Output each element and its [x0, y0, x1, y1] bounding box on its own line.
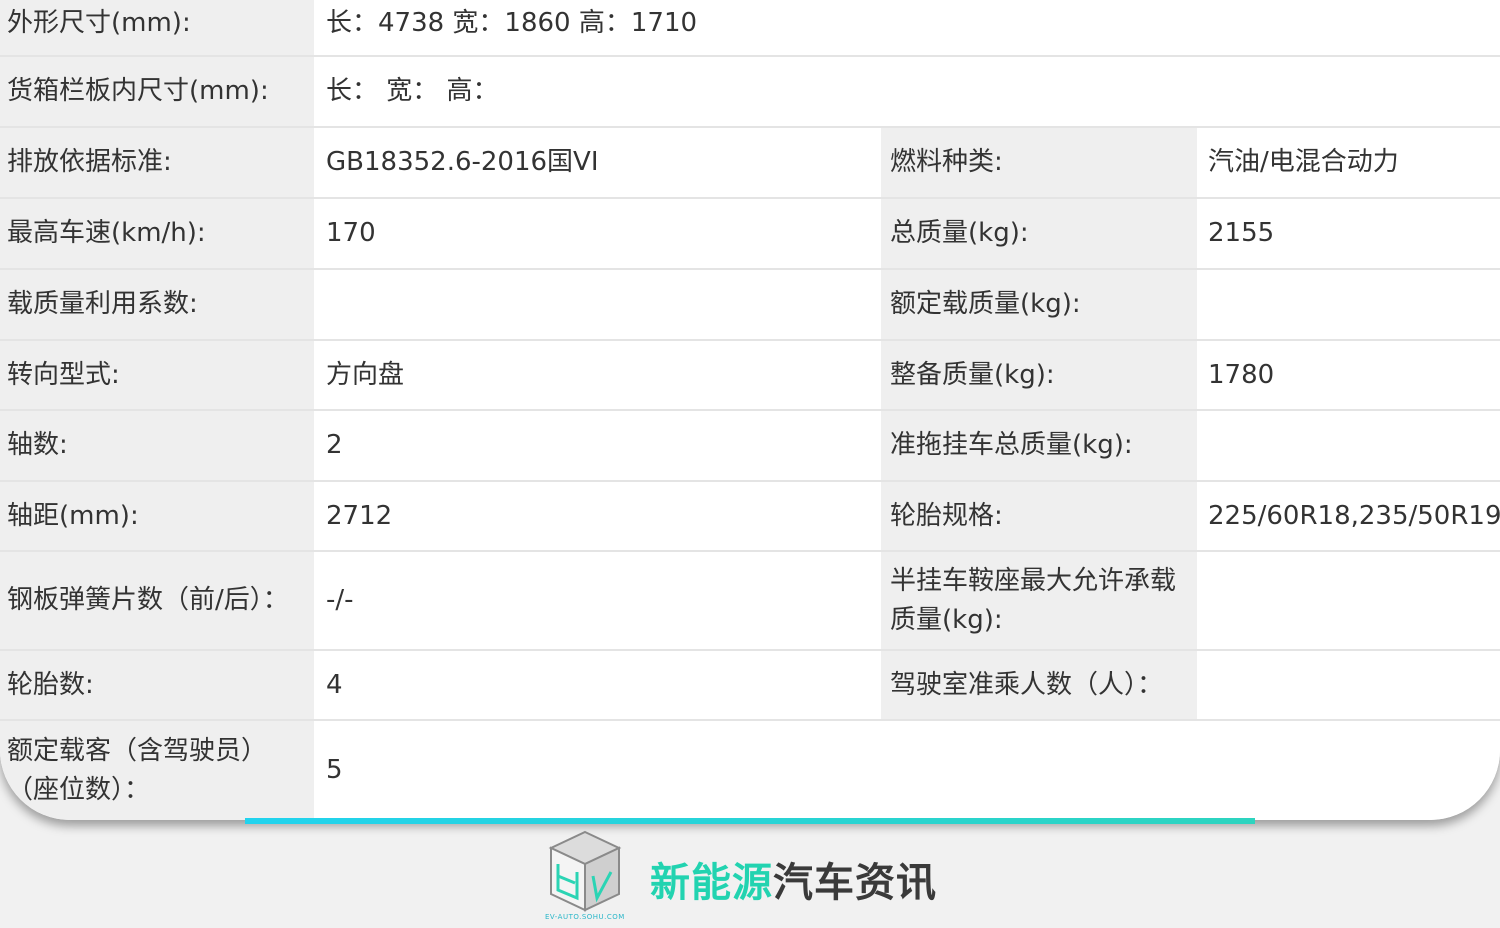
spec-label: 整备质量(kg):	[881, 341, 1197, 409]
spec-label: 排放依据标准:	[0, 128, 314, 197]
table-row: 载质量利用系数: 额定载质量(kg):	[0, 270, 1500, 341]
spec-value: 225/60R18,235/50R19	[1199, 482, 1500, 550]
table-row: 转向型式: 方向盘 整备质量(kg): 1780	[0, 341, 1500, 411]
spec-table: 外形尺寸(mm): 长：4738 宽：1860 高：1710 货箱栏板内尺寸(m…	[0, 0, 1500, 820]
spec-value: 汽油/电混合动力	[1199, 128, 1500, 197]
spec-value: 1780	[1199, 341, 1500, 409]
spec-value: 4	[316, 651, 879, 719]
spec-label: 准拖挂车总质量(kg):	[881, 411, 1197, 480]
table-row: 最高车速(km/h): 170 总质量(kg): 2155	[0, 199, 1500, 270]
table-row: 轮胎数: 4 驾驶室准乘人数（人）：	[0, 651, 1500, 721]
spec-label: 燃料种类:	[881, 128, 1197, 197]
spec-value	[1199, 270, 1500, 339]
page: 外形尺寸(mm): 长：4738 宽：1860 高：1710 货箱栏板内尺寸(m…	[0, 0, 1500, 928]
spec-label: 载质量利用系数:	[0, 270, 314, 339]
spec-label: 半挂车鞍座最大允许承载质量(kg):	[881, 552, 1197, 649]
spec-label: 外形尺寸(mm):	[0, 0, 314, 55]
brand-name-green: 新能源	[650, 860, 773, 906]
spec-value: 170	[316, 199, 879, 268]
spec-label: 轮胎规格:	[881, 482, 1197, 550]
cube-logo-icon	[548, 830, 622, 912]
spec-label: 货箱栏板内尺寸(mm):	[0, 57, 314, 126]
table-row: 货箱栏板内尺寸(mm): 长： 宽： 高：	[0, 57, 1500, 128]
spec-label: 额定载客（含驾驶员）（座位数）：	[0, 721, 314, 820]
spec-value: 2155	[1199, 199, 1500, 268]
spec-value: -/-	[316, 552, 879, 649]
spec-label: 轮胎数:	[0, 651, 314, 719]
table-row: 轴距(mm): 2712 轮胎规格: 225/60R18,235/50R19	[0, 482, 1500, 552]
spec-value	[1199, 411, 1500, 480]
spec-label: 转向型式:	[0, 341, 314, 409]
spec-label: 驾驶室准乘人数（人）：	[881, 651, 1197, 719]
spec-value: 长：4738 宽：1860 高：1710	[316, 0, 1500, 55]
accent-bar	[245, 818, 1255, 824]
spec-value: 方向盘	[316, 341, 879, 409]
logo-caption: EV-AUTO.SOHU.COM	[545, 913, 625, 921]
spec-value: 2712	[316, 482, 879, 550]
spec-label: 轴数:	[0, 411, 314, 480]
table-row: 外形尺寸(mm): 长：4738 宽：1860 高：1710	[0, 0, 1500, 57]
spec-label: 额定载质量(kg):	[881, 270, 1197, 339]
spec-value: 长： 宽： 高：	[316, 57, 1500, 126]
brand-name: 新能源汽车资讯	[650, 850, 937, 908]
spec-value	[1199, 651, 1500, 719]
brand-name-dark: 汽车资讯	[773, 860, 937, 906]
spec-value: 2	[316, 411, 879, 480]
table-row: 钢板弹簧片数（前/后）： -/- 半挂车鞍座最大允许承载质量(kg):	[0, 552, 1500, 651]
spec-value: GB18352.6-2016国VI	[316, 128, 879, 197]
table-row: 额定载客（含驾驶员）（座位数）： 5	[0, 721, 1500, 820]
spec-label: 最高车速(km/h):	[0, 199, 314, 268]
spec-label: 轴距(mm):	[0, 482, 314, 550]
table-row: 排放依据标准: GB18352.6-2016国VI 燃料种类: 汽油/电混合动力	[0, 128, 1500, 199]
spec-label: 总质量(kg):	[881, 199, 1197, 268]
spec-label: 钢板弹簧片数（前/后）：	[0, 552, 314, 649]
table-row: 轴数: 2 准拖挂车总质量(kg):	[0, 411, 1500, 482]
spec-value	[1199, 552, 1500, 649]
spec-value	[316, 270, 879, 339]
brand-logo: EV-AUTO.SOHU.COM 新能源汽车资讯	[545, 828, 965, 928]
spec-value: 5	[316, 721, 1500, 820]
